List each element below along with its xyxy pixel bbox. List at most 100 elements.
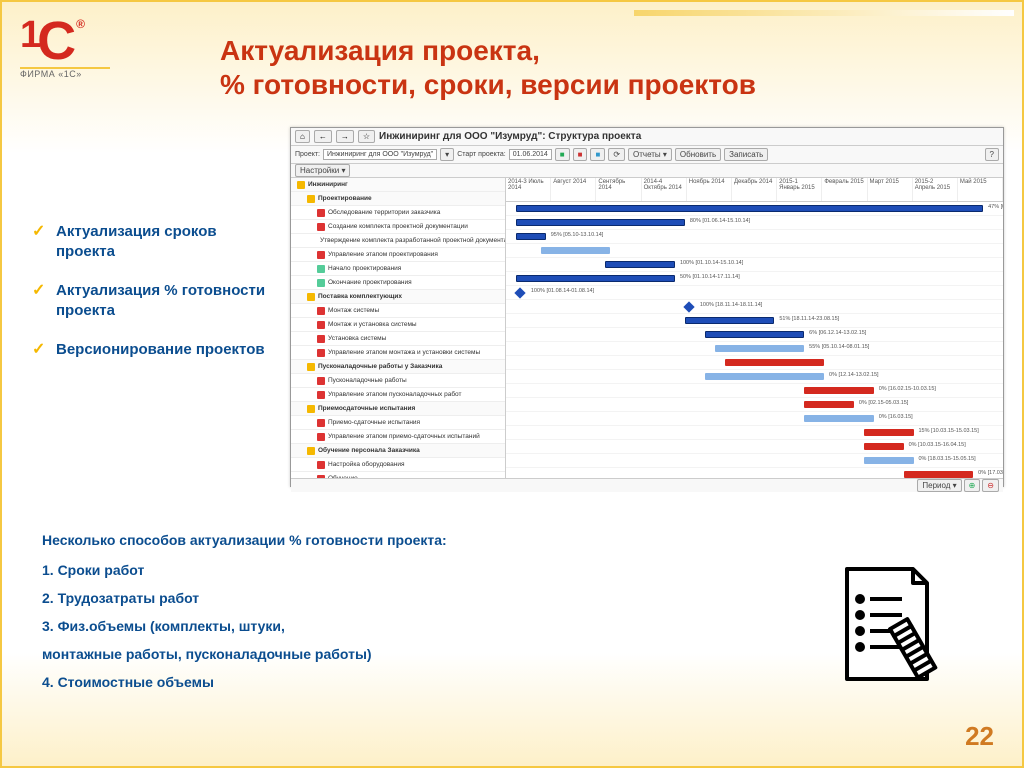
- tool-icon[interactable]: ⟳: [608, 148, 625, 161]
- task-name: Поставка комплектующих: [318, 293, 402, 300]
- folder-icon: [307, 363, 315, 371]
- task-row[interactable]: Поставка комплектующих: [291, 290, 505, 304]
- period-button[interactable]: Период ▾: [917, 479, 961, 492]
- task-row[interactable]: Инжиниринг: [291, 178, 505, 192]
- home-icon[interactable]: ⌂: [295, 130, 310, 143]
- document-clipart-icon: [832, 561, 952, 691]
- gantt-bar[interactable]: [605, 261, 675, 268]
- start-date-field[interactable]: 01.06.2014: [509, 149, 552, 160]
- gantt-row: 6% [06.12.14-13.02.15]: [506, 328, 1003, 342]
- project-name-field[interactable]: Инжиниринг для ООО "Изумруд": [323, 149, 437, 160]
- task-name: Утверждение комплекта разработанной прое…: [320, 237, 505, 244]
- milestone-icon[interactable]: [683, 301, 694, 312]
- task-row[interactable]: Обследование территории заказчика: [291, 206, 505, 220]
- zoom-out-icon[interactable]: ⊖: [982, 479, 999, 492]
- gantt-bar[interactable]: [725, 359, 824, 366]
- gantt-row: 95% [05.10-13.10.14]: [506, 230, 1003, 244]
- gantt-bar[interactable]: [864, 443, 904, 450]
- gantt-bar[interactable]: [715, 345, 804, 352]
- task-row[interactable]: Управление этапом пусконаладочных работ: [291, 388, 505, 402]
- month-column: Май 2015: [958, 178, 1003, 201]
- gantt-row: 47% [01.06.14-27.04.15]: [506, 202, 1003, 216]
- reports-link[interactable]: Отчеты ▾: [628, 148, 672, 161]
- task-row[interactable]: Настройка оборудования: [291, 458, 505, 472]
- task-row[interactable]: Пусконаладочные работы: [291, 374, 505, 388]
- gantt-bar[interactable]: [705, 373, 824, 380]
- tool-icon[interactable]: ■: [555, 148, 570, 161]
- task-row[interactable]: Пусконаладочные работы у Заказчика: [291, 360, 505, 374]
- task-row[interactable]: Управление этапом приемо-сдаточных испыт…: [291, 430, 505, 444]
- settings-link[interactable]: Настройки ▾: [295, 164, 350, 177]
- month-column: 2014-3 Июль 2014: [506, 178, 551, 201]
- gantt-bar[interactable]: [516, 219, 685, 226]
- gantt-row: 55% [05.10.14-08.01.15]: [506, 342, 1003, 356]
- gantt-bar[interactable]: [541, 247, 611, 254]
- task-row[interactable]: Создание комплекта проектной документаци…: [291, 220, 505, 234]
- month-column: 2015-2 Апрель 2015: [913, 178, 958, 201]
- left-bullets: Актуализация сроков проекта Актуализация…: [32, 222, 272, 380]
- doc-icon: [317, 377, 325, 385]
- star-icon[interactable]: ☆: [358, 130, 375, 143]
- gantt-bar[interactable]: [804, 415, 874, 422]
- task-row[interactable]: Начало проектирования: [291, 262, 505, 276]
- gantt-bar[interactable]: [804, 387, 874, 394]
- gantt-bar[interactable]: [864, 457, 914, 464]
- task-row[interactable]: Управление этапом монтажа и установки си…: [291, 346, 505, 360]
- help-icon[interactable]: ?: [985, 148, 999, 161]
- back-icon[interactable]: ←: [314, 130, 332, 143]
- task-name: Обучение персонала Заказчика: [318, 447, 420, 454]
- bar-label: 100% [18.11.14-18.11.14]: [700, 302, 763, 308]
- gantt-bar[interactable]: [516, 233, 546, 240]
- forward-icon[interactable]: →: [336, 130, 354, 143]
- tool-icon[interactable]: ■: [573, 148, 588, 161]
- task-row[interactable]: Управление этапом проектирования: [291, 248, 505, 262]
- task-row[interactable]: Монтаж и установка системы: [291, 318, 505, 332]
- settings-bar: Настройки ▾: [291, 164, 1003, 178]
- refresh-link[interactable]: Обновить: [675, 148, 721, 161]
- gantt-bar[interactable]: [685, 317, 774, 324]
- doc-icon: [317, 391, 325, 399]
- gantt-bar[interactable]: [705, 331, 804, 338]
- bottom-item: монтажные работы, пусконаладочные работы…: [42, 646, 602, 662]
- task-row[interactable]: Обучение: [291, 472, 505, 478]
- bar-label: 6% [06.12.14-13.02.15]: [809, 330, 866, 336]
- gantt-screenshot: ⌂ ← → ☆ Инжиниринг для ООО "Изумруд": Ст…: [290, 127, 1004, 487]
- month-column: Ноябрь 2014: [687, 178, 732, 201]
- task-row[interactable]: Установка системы: [291, 332, 505, 346]
- gantt-row: 0% [16.02.15-10.03.15]: [506, 384, 1003, 398]
- task-name: Приемо-сдаточные испытания: [328, 419, 420, 426]
- doc-icon: [317, 307, 325, 315]
- zoom-in-icon[interactable]: ⊕: [964, 479, 981, 492]
- task-row[interactable]: Утверждение комплекта разработанной прое…: [291, 234, 505, 248]
- gantt-body: Инжиниринг ПроектированиеОбследование тер…: [291, 178, 1003, 478]
- bottom-text-block: Несколько способов актуализации % готовн…: [42, 532, 602, 702]
- task-row[interactable]: Окончание проектирования: [291, 276, 505, 290]
- bar-label: 95% [05.10-13.10.14]: [551, 232, 604, 238]
- month-column: Сентябрь 2014: [596, 178, 641, 201]
- task-row[interactable]: Монтаж системы: [291, 304, 505, 318]
- bar-label: 0% [17.03.15-13.04.15]: [978, 470, 1003, 476]
- node-icon: [317, 279, 325, 287]
- gantt-bar[interactable]: [804, 401, 854, 408]
- task-row[interactable]: Приемо-сдаточные испытания: [291, 416, 505, 430]
- gantt-bar[interactable]: [904, 471, 974, 478]
- save-link[interactable]: Записать: [724, 148, 768, 161]
- milestone-icon[interactable]: [514, 287, 525, 298]
- bar-label: 0% [18.03.15-15.05.15]: [919, 456, 976, 462]
- task-name: Инжиниринг: [308, 181, 348, 188]
- tool-icon[interactable]: ■: [590, 148, 605, 161]
- gantt-row: 0% [16.03.15]: [506, 412, 1003, 426]
- dropdown-icon[interactable]: ▾: [440, 148, 454, 161]
- task-name: Пусконаладочные работы: [328, 377, 407, 384]
- folder-icon: [307, 447, 315, 455]
- task-row[interactable]: Приемосдаточные испытания: [291, 402, 505, 416]
- gantt-bar[interactable]: [516, 275, 675, 282]
- bar-label: 100% [01.08.14-01.08.14]: [531, 288, 594, 294]
- gantt-row: 0% [17.03.15-13.04.15]: [506, 468, 1003, 478]
- task-name: Управление этапом проектирования: [328, 251, 438, 258]
- gantt-bar[interactable]: [864, 429, 914, 436]
- task-row[interactable]: Проектирование: [291, 192, 505, 206]
- task-row[interactable]: Обучение персонала Заказчика: [291, 444, 505, 458]
- doc-icon: [317, 321, 325, 329]
- gantt-bar[interactable]: [516, 205, 983, 212]
